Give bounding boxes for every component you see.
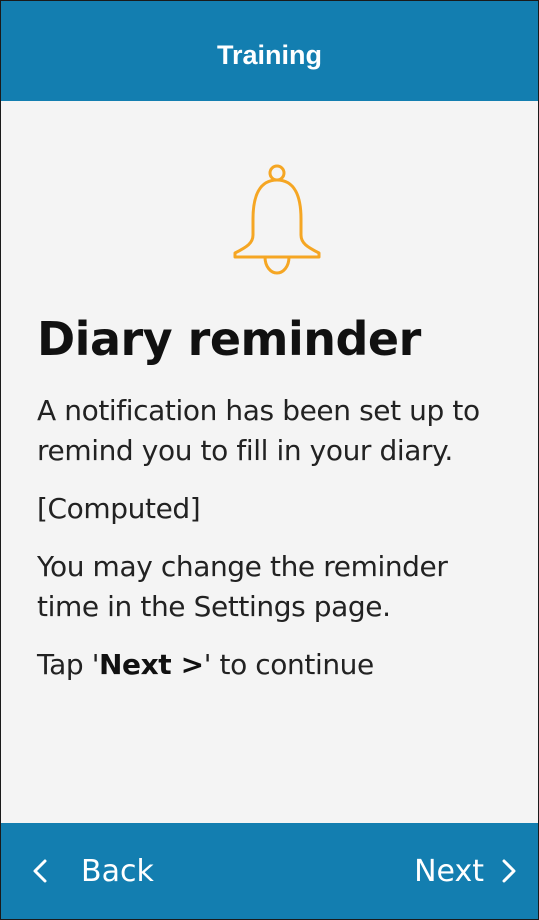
chevron-right-icon xyxy=(496,856,520,886)
next-label: Next xyxy=(414,853,484,889)
footer-bar: Back Next xyxy=(1,823,538,919)
computed-value: [Computed] xyxy=(37,492,201,525)
chevron-left-icon xyxy=(29,856,53,886)
screen: Training Diary reminder A notification h… xyxy=(0,0,539,920)
content-area: Diary reminder A notification has been s… xyxy=(37,311,507,703)
header-bar: Training xyxy=(1,1,538,101)
instruction-suffix: ' to continue xyxy=(203,648,375,681)
bell-icon xyxy=(227,161,327,281)
next-button[interactable]: Next xyxy=(414,847,520,895)
notification-paragraph: A notification has been set up to remind… xyxy=(37,394,480,467)
instruction-prefix: Tap ' xyxy=(37,648,99,681)
back-label: Back xyxy=(81,853,154,889)
instruction-text: Tap 'Next >' to continue xyxy=(37,645,507,685)
back-button[interactable]: Back xyxy=(29,847,154,895)
page-title: Training xyxy=(216,39,322,70)
instruction-emphasis: Next > xyxy=(99,648,204,681)
settings-paragraph: You may change the reminder time in the … xyxy=(37,550,448,623)
content-title: Diary reminder xyxy=(37,312,421,366)
